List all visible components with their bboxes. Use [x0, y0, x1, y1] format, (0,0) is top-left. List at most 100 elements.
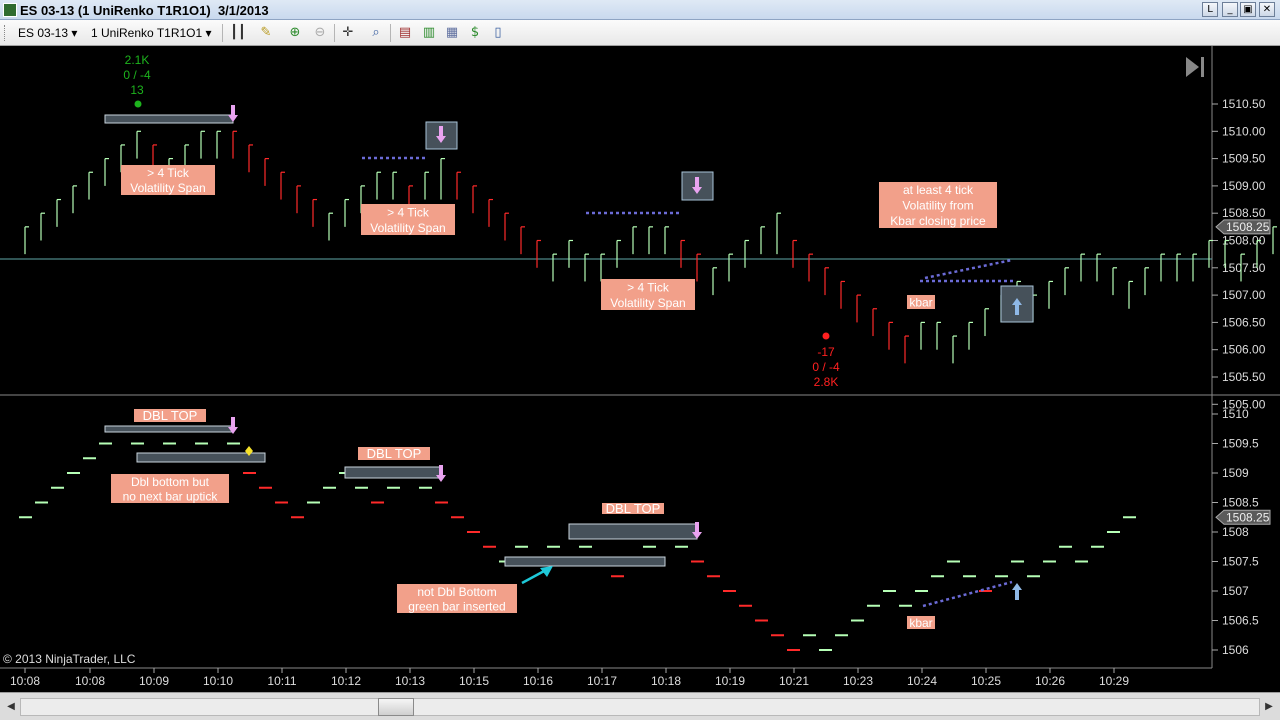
scroll-left-icon[interactable]: ◀ [2, 698, 20, 716]
time-tick-label: 10:23 [843, 674, 873, 688]
current-price-label: 1508.25 [1226, 220, 1270, 234]
dbl-bottom-label-text: Dbl bottom but [131, 475, 210, 489]
time-tick-label: 10:17 [587, 674, 617, 688]
price-tick-label: 1507.00 [1222, 288, 1266, 302]
swing-low-label: 0 / -4 [812, 360, 840, 374]
swing-high-box [104, 114, 234, 124]
time-tick-label: 10:08 [10, 674, 40, 688]
time-tick-label: 10:09 [139, 674, 169, 688]
volatility-note-label-text: Volatility from [902, 199, 973, 213]
price-tick-label: 1506 [1222, 643, 1249, 657]
current-price-label: 1508.25 [1226, 510, 1270, 524]
price-tick-label: 1505.50 [1222, 370, 1266, 384]
swing-high-label: 2.1K [125, 53, 150, 67]
close-button[interactable]: ✕ [1259, 2, 1275, 17]
price-tick-label: 1509.50 [1222, 152, 1266, 166]
chart-properties-icon[interactable]: ▦ [444, 25, 460, 41]
dbl-bottom-label-text: no next bar uptick [123, 489, 219, 503]
minimize-button[interactable]: _ [1222, 2, 1238, 17]
dbl-top-label-1-text: DBL TOP [143, 408, 198, 423]
kbar-label-lower-text: kbar [909, 616, 932, 630]
period-label: 1 UniRenko T1R1O1 [91, 26, 203, 40]
not-dbl-bottom-label-text: not Dbl Bottom [417, 585, 496, 599]
not-dbl-bottom-box [504, 556, 666, 567]
price-tick-label: 1510 [1222, 407, 1249, 421]
time-tick-label: 10:13 [395, 674, 425, 688]
indicators-icon[interactable]: ▤ [397, 25, 413, 41]
zoom-out-icon[interactable]: ⊖ [312, 25, 328, 41]
price-tick-label: 1509 [1222, 466, 1249, 480]
dbl-top-label-2-text: DBL TOP [367, 446, 422, 461]
order-entry-icon[interactable]: $ [467, 25, 483, 41]
volatility-span-label-1-text: Volatility Span [130, 181, 205, 195]
dbl-top-label-3-text: DBL TOP [606, 501, 661, 516]
link-button[interactable]: L [1202, 2, 1218, 17]
volatility-note-label-text: at least 4 tick [903, 183, 974, 197]
volatility-span-label-2-text: > 4 Tick [387, 205, 430, 219]
volatility-span-label-3-text: Volatility Span [610, 296, 685, 310]
price-tick-label: 1506.50 [1222, 315, 1266, 329]
price-tick-label: 1508.50 [1222, 206, 1266, 220]
time-tick-label: 10:16 [523, 674, 553, 688]
price-tick-label: 1507.5 [1222, 555, 1259, 569]
time-tick-label: 10:26 [1035, 674, 1065, 688]
drawing-pencil-icon[interactable]: ✎ [258, 25, 274, 41]
time-tick-label: 10:29 [1099, 674, 1129, 688]
volatility-note-label-text: Kbar closing price [890, 214, 986, 228]
dbl-top-box [344, 466, 442, 479]
not-dbl-bottom-label-text: green bar inserted [408, 599, 505, 613]
end-bar-icon[interactable] [1201, 57, 1204, 77]
swing-low-label: 2.8K [814, 375, 839, 389]
period-selector[interactable]: 1 UniRenko T1R1O1 ▾ [91, 26, 212, 40]
time-tick-label: 10:11 [267, 674, 296, 688]
time-tick-label: 10:10 [203, 674, 233, 688]
price-tick-label: 1508.5 [1222, 496, 1259, 510]
pointer-arrow [521, 568, 547, 585]
dotted-line [924, 258, 1013, 280]
toolbar-separator [334, 24, 335, 42]
time-tick-label: 10:25 [971, 674, 1001, 688]
time-tick-label: 10:21 [779, 674, 809, 688]
chart-toolbar: ES 03-13 ▾ 1 UniRenko T1R1O1 ▾ ┃┃ ✎ ⊕ ⊖ … [0, 20, 1280, 46]
swing-low-label: -17 [817, 345, 835, 359]
play-icon[interactable] [1186, 57, 1199, 77]
scroll-track[interactable] [20, 698, 1260, 716]
dbl-bottom-box [136, 452, 266, 463]
dotted-line [922, 580, 1013, 608]
volatility-span-label-2-text: Volatility Span [370, 221, 445, 235]
arrow-up-icon [1012, 583, 1022, 600]
price-tick-label: 1509.5 [1222, 437, 1259, 451]
instrument-selector[interactable]: ES 03-13 ▾ [18, 26, 77, 40]
scroll-right-icon[interactable]: ▶ [1260, 698, 1278, 716]
volatility-span-label-1-text: > 4 Tick [147, 166, 190, 180]
time-tick-label: 10:18 [651, 674, 681, 688]
time-tick-label: 10:15 [459, 674, 489, 688]
price-tick-label: 1508 [1222, 525, 1249, 539]
strategies-icon[interactable]: ▥ [421, 25, 437, 41]
swing-high-label: 13 [130, 83, 144, 97]
scroll-thumb[interactable] [378, 698, 414, 716]
toolbar-separator [222, 24, 223, 42]
toolbar-separator [390, 24, 391, 42]
bar-style-icon[interactable]: ┃┃ [230, 25, 246, 41]
swing-high-dot [134, 100, 142, 108]
price-tick-label: 1507.50 [1222, 261, 1266, 275]
window-titlebar: ES 03-13 (1 UniRenko T1R1O1) 3/1/2013 L … [0, 0, 1280, 20]
zoom-in-icon[interactable]: ⊕ [287, 25, 303, 41]
crosshair-icon[interactable]: ✛ [340, 25, 356, 41]
volatility-span-label-3-text: > 4 Tick [627, 280, 670, 294]
dbl-top-box [104, 425, 234, 433]
swing-high-label: 0 / -4 [123, 68, 151, 82]
toolbar-grip[interactable] [4, 25, 7, 41]
swing-low-dot [822, 332, 830, 340]
price-chart[interactable]: 1510.501510.001509.501509.001508.501508.… [0, 46, 1280, 692]
dbl-top-box [568, 523, 698, 540]
data-box-icon[interactable]: ⌕ [368, 25, 384, 41]
horizontal-scrollbar[interactable]: ◀ ▶ [0, 692, 1280, 720]
time-tick-label: 10:08 [75, 674, 105, 688]
kbar-label-text: kbar [909, 296, 932, 310]
copyright-text: © 2013 NinjaTrader, LLC [3, 652, 136, 666]
maximize-button[interactable]: ▣ [1240, 2, 1256, 17]
chevron-down-icon: ▾ [205, 26, 212, 40]
templates-icon[interactable]: ▯ [490, 25, 506, 41]
